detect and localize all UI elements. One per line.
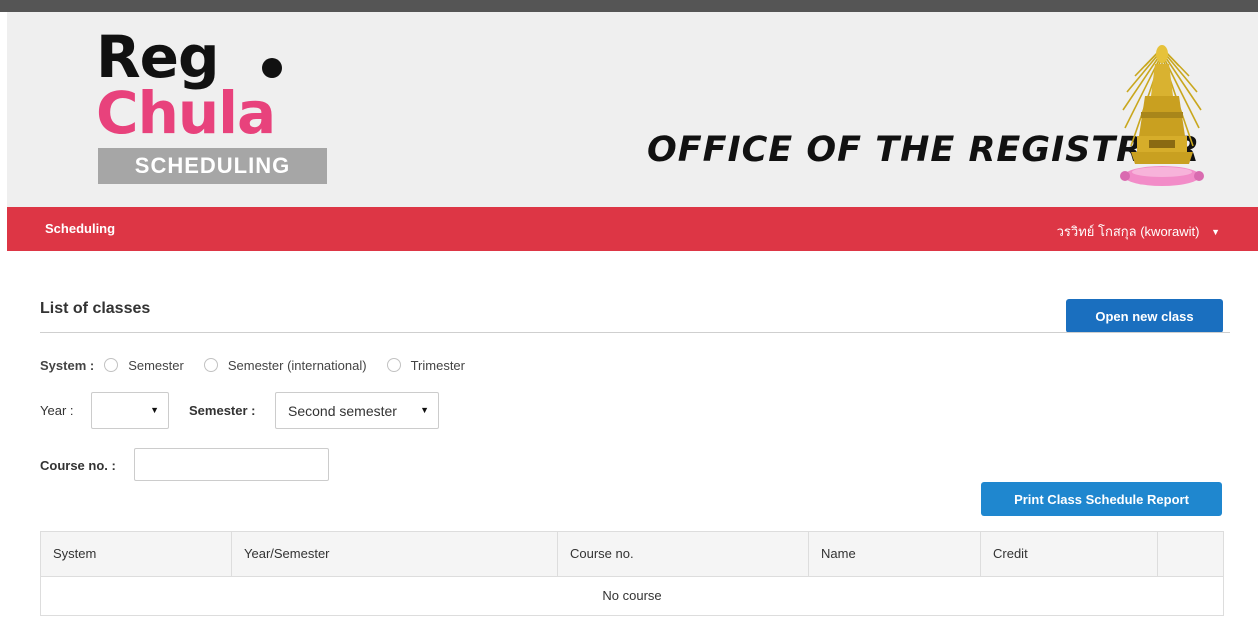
radio-label: Semester xyxy=(128,357,184,373)
column-header-name: Name xyxy=(809,532,981,576)
chevron-down-icon: ▼ xyxy=(1211,227,1220,237)
column-header-system: System xyxy=(41,532,232,576)
user-menu-toggle[interactable]: วรวิทย์ โกสกุล (kworawit) ▼ xyxy=(1057,221,1220,242)
course-no-input[interactable] xyxy=(134,448,329,481)
title-divider xyxy=(40,332,1230,333)
logo-scheduling-badge: SCHEDULING xyxy=(98,148,327,184)
nav-scheduling-link[interactable]: Scheduling xyxy=(45,221,115,236)
radio-label: Trimester xyxy=(410,357,465,373)
radio-circle-icon[interactable] xyxy=(104,358,119,372)
logo-chula-text: Chula xyxy=(96,79,276,147)
logo-reg-text: Reg xyxy=(96,23,220,91)
select-arrow-icon: ▼ xyxy=(420,405,429,415)
print-schedule-report-button[interactable]: Print Class Schedule Report xyxy=(981,482,1222,516)
classes-table: System Year/Semester Course no. Name Cre… xyxy=(40,531,1224,616)
site-header: Reg Chula SCHEDULING OFFICE OF THE REGIS… xyxy=(7,12,1258,207)
user-name-label: วรวิทย์ โกสกุล (kworawit) xyxy=(1056,224,1200,239)
semester-select[interactable]: Second semester ▼ xyxy=(275,392,439,429)
system-label: System : xyxy=(40,357,95,373)
column-header-year-semester: Year/Semester xyxy=(232,532,558,576)
semester-label: Semester : xyxy=(189,403,256,418)
top-border xyxy=(0,0,1258,12)
year-select[interactable]: ▼ xyxy=(91,392,169,429)
chula-emblem-icon xyxy=(1120,45,1204,186)
semester-select-value: Second semester xyxy=(288,403,397,419)
radio-circle-icon[interactable] xyxy=(386,358,401,372)
course-no-label: Course no. : xyxy=(40,458,116,473)
select-arrow-icon: ▼ xyxy=(150,405,159,415)
column-header-credit: Credit xyxy=(981,532,1158,576)
logo-dot-icon xyxy=(262,58,282,78)
empty-table-message: No course xyxy=(602,588,662,603)
radio-label: Semester (international) xyxy=(227,357,367,373)
system-radio-group: System : Semester Semester (internationa… xyxy=(40,356,479,374)
radio-semester[interactable]: Semester xyxy=(104,358,198,373)
page-title: List of classes xyxy=(40,300,151,317)
open-new-class-button[interactable]: Open new class xyxy=(1066,299,1223,333)
radio-circle-icon[interactable] xyxy=(203,358,218,372)
table-header: System Year/Semester Course no. Name Cre… xyxy=(41,532,1223,577)
year-label: Year : xyxy=(40,403,74,418)
column-header-actions xyxy=(1158,532,1223,576)
table-body: No course xyxy=(41,577,1223,615)
radio-semester-international[interactable]: Semester (international) xyxy=(203,357,381,373)
column-header-course-no: Course no. xyxy=(558,532,809,576)
radio-trimester[interactable]: Trimester xyxy=(386,357,479,373)
main-navbar: Scheduling วรวิทย์ โกสกุล (kworawit) ▼ xyxy=(7,207,1258,251)
